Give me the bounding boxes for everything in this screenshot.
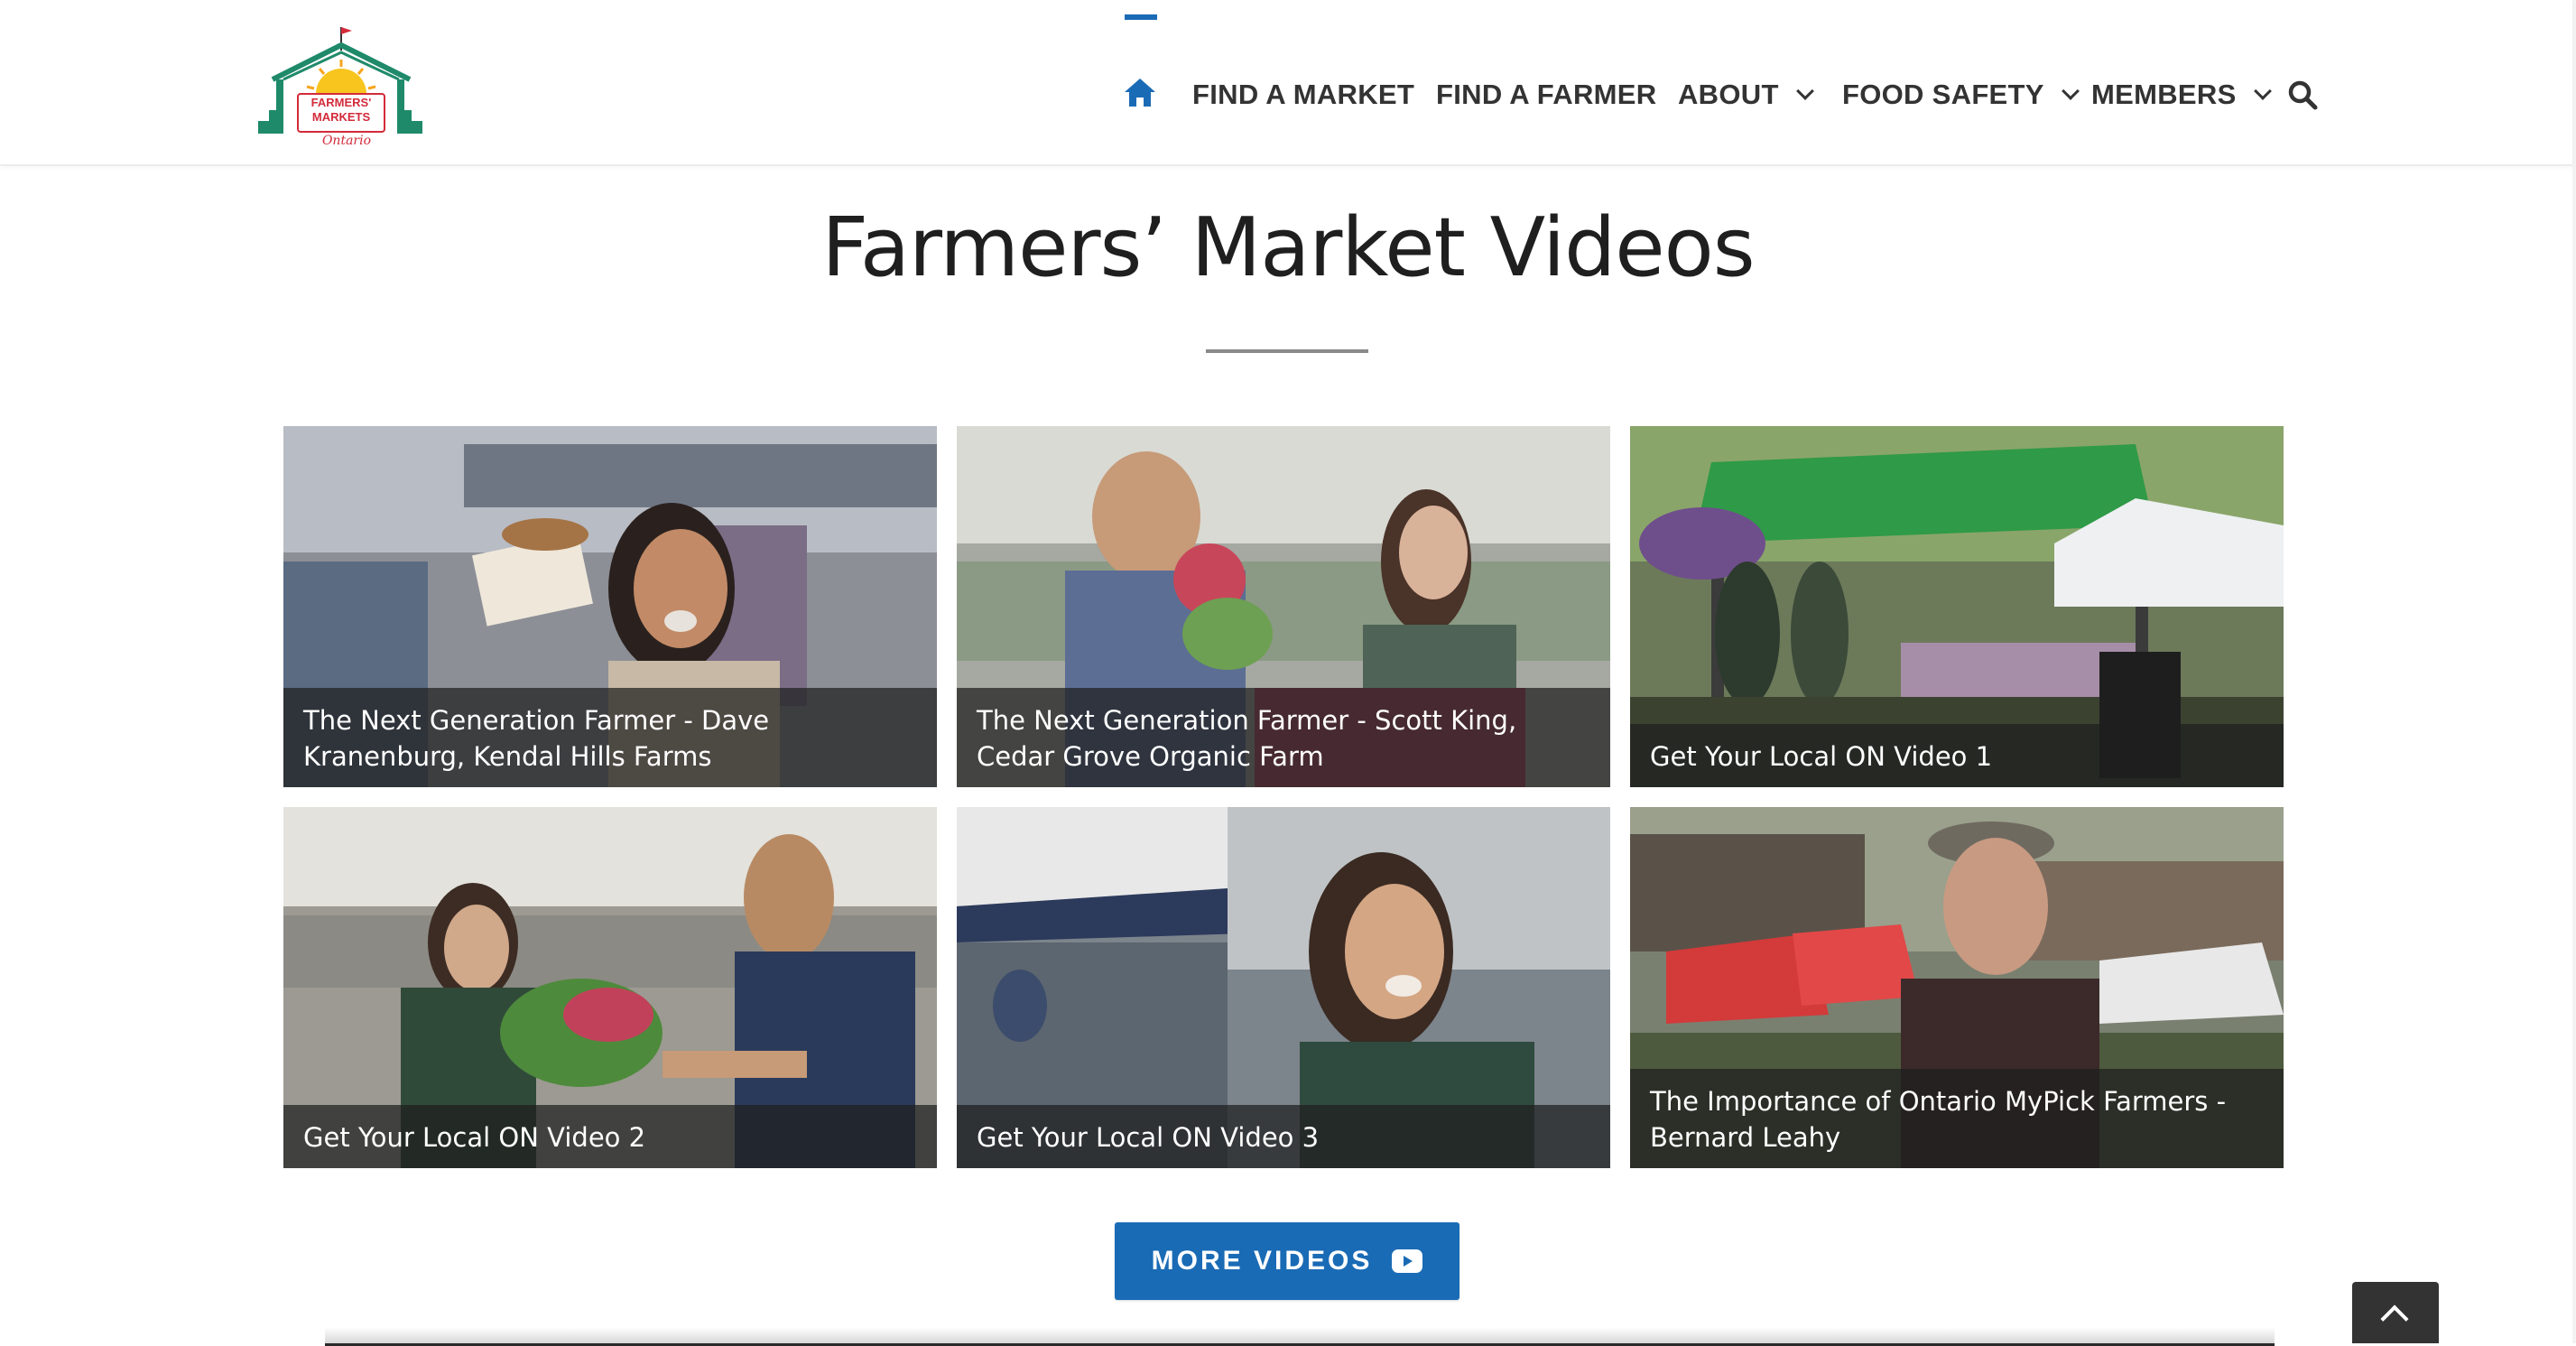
back-to-top-button[interactable] bbox=[2352, 1282, 2439, 1343]
video-card-dave-kranenburg[interactable]: The Next Generation Farmer - Dave Kranen… bbox=[283, 426, 937, 787]
active-indicator bbox=[1125, 14, 1157, 20]
nav-find-a-farmer[interactable]: FIND A FARMER bbox=[1436, 72, 1656, 117]
video-caption: The Importance of Ontario MyPick Farmers… bbox=[1630, 1069, 2284, 1168]
nav-members[interactable]: MEMBERS bbox=[2091, 72, 2272, 117]
video-card-get-your-local-on-3[interactable]: Get Your Local ON Video 3 bbox=[957, 807, 1610, 1168]
video-caption: The Next Generation Farmer - Scott King,… bbox=[957, 688, 1610, 787]
video-card-get-your-local-on-1[interactable]: Get Your Local ON Video 1 bbox=[1630, 426, 2284, 787]
logo-text-markets: MARKETS bbox=[312, 110, 371, 124]
video-caption: Get Your Local ON Video 3 bbox=[957, 1105, 1610, 1168]
video-card-bernard-leahy[interactable]: The Importance of Ontario MyPick Farmers… bbox=[1630, 807, 2284, 1168]
search-icon[interactable] bbox=[2287, 79, 2318, 110]
nav-food-safety[interactable]: FOOD SAFETY bbox=[1842, 72, 2080, 117]
logo-text-ontario: Ontario bbox=[322, 134, 371, 148]
nav-find-a-market[interactable]: FIND A MARKET bbox=[1192, 72, 1414, 117]
nav-about[interactable]: ABOUT bbox=[1678, 72, 1814, 117]
more-videos-button[interactable]: MORE VIDEOS bbox=[1115, 1222, 1459, 1300]
nav-label: FOOD SAFETY bbox=[1842, 79, 2044, 110]
chevron-down-icon bbox=[1795, 82, 1814, 100]
nav-label: ABOUT bbox=[1678, 79, 1779, 110]
video-caption: Get Your Local ON Video 1 bbox=[1630, 724, 2284, 787]
title-separator bbox=[1206, 349, 1368, 353]
home-icon[interactable] bbox=[1123, 76, 1157, 110]
nav-label: FIND A FARMER bbox=[1436, 79, 1657, 110]
video-caption: Get Your Local ON Video 2 bbox=[283, 1105, 937, 1168]
nav-label: FIND A MARKET bbox=[1192, 79, 1415, 110]
video-card-get-your-local-on-2[interactable]: Get Your Local ON Video 2 bbox=[283, 807, 937, 1168]
nav-label: MEMBERS bbox=[2091, 79, 2237, 110]
logo-text-farmers: FARMERS' bbox=[311, 96, 372, 109]
video-card-scott-king[interactable]: The Next Generation Farmer - Scott King,… bbox=[957, 426, 1610, 787]
farmers-markets-ontario-logo[interactable]: FARMERS' MARKETS Ontario bbox=[256, 23, 424, 152]
site-header: FARMERS' MARKETS Ontario FIND A MARKET F… bbox=[0, 0, 2572, 166]
chevron-down-icon bbox=[2253, 82, 2272, 100]
video-caption: The Next Generation Farmer - Dave Kranen… bbox=[283, 688, 937, 787]
page-title: Farmers’ Market Videos bbox=[821, 200, 1755, 295]
chevron-up-icon bbox=[2380, 1304, 2409, 1333]
more-videos-label: MORE VIDEOS bbox=[1151, 1246, 1373, 1276]
chevron-down-icon bbox=[2061, 82, 2080, 100]
youtube-icon bbox=[1392, 1249, 1423, 1273]
